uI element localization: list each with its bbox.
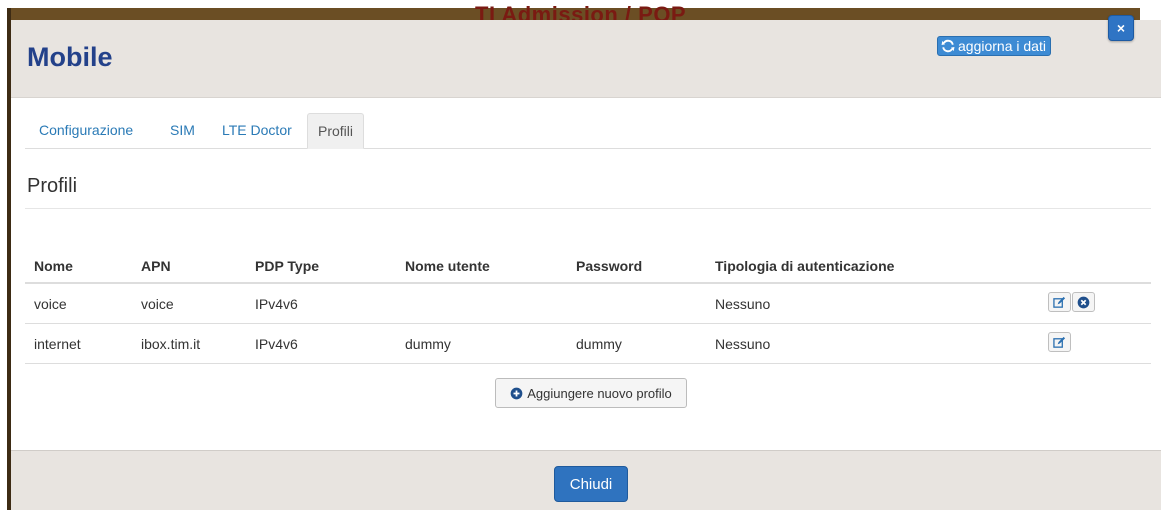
- refresh-data-button[interactable]: aggiorna i dati: [937, 36, 1051, 56]
- edit-profile-button[interactable]: [1048, 292, 1071, 312]
- column-header-password: Password: [576, 258, 643, 274]
- table-row: internet ibox.tim.it IPv4v6 dummy dummy …: [25, 324, 1151, 364]
- modal-title: Mobile: [27, 42, 113, 72]
- add-profile-label: Aggiungere nuovo profilo: [527, 385, 672, 401]
- tab-lte-doctor[interactable]: LTE Doctor: [212, 113, 302, 149]
- table-cell-apn: ibox.tim.it: [141, 336, 201, 352]
- table-cell-apn: voice: [141, 296, 174, 312]
- close-icon: ×: [1116, 20, 1126, 36]
- table-cell-autenticazione: Nessuno: [715, 336, 771, 352]
- tab-configurazione[interactable]: Configurazione: [29, 113, 143, 149]
- tab-sim[interactable]: SIM: [160, 113, 205, 149]
- profiles-table: Nome APN PDP Type Nome utente Password T…: [25, 250, 1151, 364]
- table-cell-nome-utente: dummy: [405, 336, 451, 352]
- edit-profile-button[interactable]: [1048, 332, 1071, 352]
- table-cell-autenticazione: Nessuno: [715, 296, 771, 312]
- section-title: Profili: [27, 175, 78, 197]
- background-page-title: TI Admission / POP: [475, 2, 687, 22]
- column-header-pdp-type: PDP Type: [255, 258, 320, 274]
- column-header-apn: APN: [141, 258, 171, 274]
- delete-profile-button[interactable]: [1072, 292, 1095, 312]
- refresh-icon: [941, 39, 955, 53]
- close-modal-button[interactable]: ×: [1108, 15, 1134, 41]
- modal-header: Mobile aggiorna i dati: [11, 20, 1161, 98]
- remove-icon: [1077, 296, 1090, 308]
- refresh-data-label: aggiorna i dati: [958, 38, 1046, 54]
- modal-footer: Chiudi: [11, 450, 1161, 510]
- table-row: voice voice IPv4v6 Nessuno: [25, 284, 1151, 324]
- column-header-autenticazione: Tipologia di autenticazione: [715, 258, 895, 274]
- mobile-modal: Mobile aggiorna i dati × Configurazione …: [11, 15, 1161, 510]
- table-cell-nome: voice: [34, 296, 67, 312]
- close-button[interactable]: Chiudi: [554, 466, 628, 502]
- table-cell-password: dummy: [576, 336, 622, 352]
- add-profile-button[interactable]: Aggiungere nuovo profilo: [495, 378, 687, 408]
- table-header-row: Nome APN PDP Type Nome utente Password T…: [25, 250, 1151, 284]
- table-cell-pdp-type: IPv4v6: [255, 296, 298, 312]
- tab-profili[interactable]: Profili: [307, 113, 365, 149]
- table-cell-nome: internet: [34, 336, 81, 352]
- table-cell-pdp-type: IPv4v6: [255, 336, 298, 352]
- column-header-nome: Nome: [34, 258, 73, 274]
- plus-circle-icon: [510, 387, 523, 399]
- column-header-nome-utente: Nome utente: [405, 258, 490, 274]
- edit-icon: [1053, 336, 1066, 348]
- tab-bar: Configurazione SIM LTE Doctor Profili: [25, 113, 1151, 149]
- edit-icon: [1053, 296, 1066, 308]
- section-divider: [25, 208, 1151, 209]
